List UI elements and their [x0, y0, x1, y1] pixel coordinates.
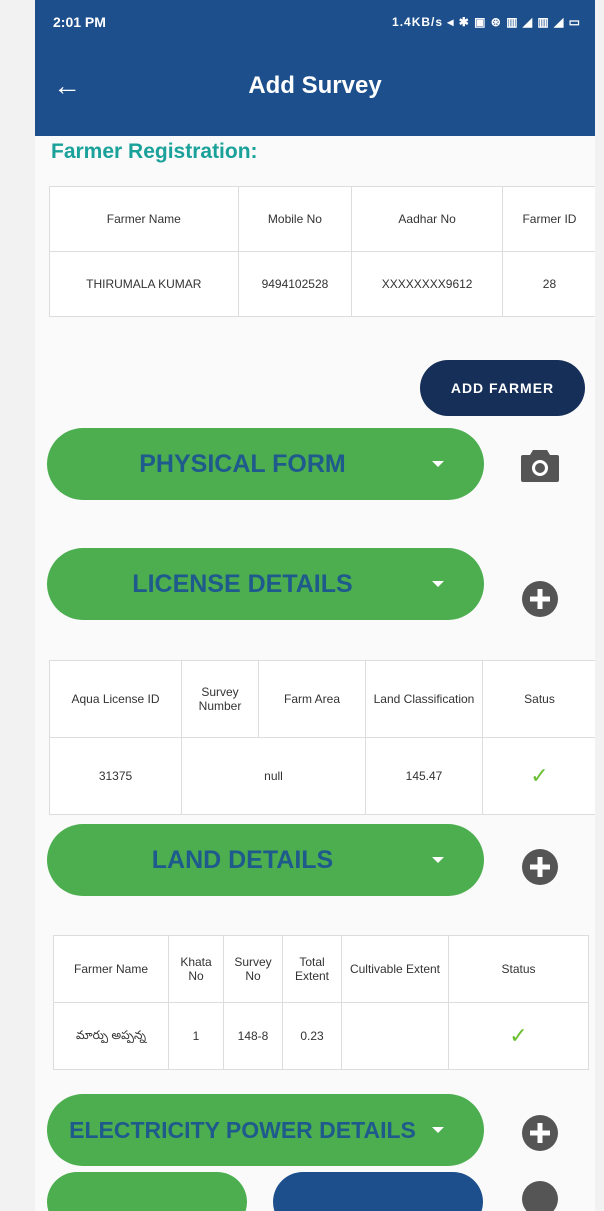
app-bar: ← Add Survey: [35, 44, 595, 136]
cell-khata-no: 1: [168, 1002, 224, 1070]
header-aqua-license-id: Aqua License ID: [49, 660, 182, 738]
plus-circle-icon[interactable]: [519, 846, 561, 888]
land-details-dropdown[interactable]: LAND DETAILS: [47, 824, 484, 896]
electricity-power-details-label: ELECTRICITY POWER DETAILS: [69, 1117, 416, 1143]
cell-farmer-id: 28: [501, 251, 595, 317]
cell-survey-farm-area: null: [181, 737, 366, 815]
plus-circle-icon[interactable]: [519, 578, 561, 620]
electricity-power-details-dropdown[interactable]: ELECTRICITY POWER DETAILS: [47, 1094, 484, 1166]
header-farmer-id: Farmer ID: [501, 186, 595, 252]
license-details-dropdown[interactable]: LICENSE DETAILS: [47, 548, 484, 620]
table-row: మార్పు అప్పన్న 1 148-8 0.23 ✓: [53, 1002, 589, 1070]
plus-circle-icon[interactable]: [519, 1112, 561, 1154]
physical-form-label: PHYSICAL FORM: [139, 449, 346, 478]
table-row: THIRUMALA KUMAR 9494102528 XXXXXXXX9612 …: [49, 251, 595, 317]
cell-status: ✓: [482, 737, 595, 815]
cell-survey-no: 148-8: [223, 1002, 283, 1070]
header-farmer-name: Farmer Name: [49, 186, 239, 252]
dropdown-caret-icon: [428, 1120, 448, 1140]
header-survey-no: Survey No: [223, 935, 283, 1003]
header-status: Satus: [482, 660, 595, 738]
bottom-green-button[interactable]: [47, 1172, 247, 1211]
checkmark-icon: ✓: [509, 1023, 528, 1048]
plus-circle-icon[interactable]: [519, 1178, 561, 1211]
cell-cultivable-extent: [341, 1002, 449, 1070]
checkmark-icon: ✓: [530, 763, 549, 788]
header-survey-number: Survey Number: [181, 660, 259, 738]
license-table: Aqua License ID Survey Number Farm Area …: [49, 660, 595, 815]
header-khata-no: Khata No: [168, 935, 224, 1003]
table-header-row: Aqua License ID Survey Number Farm Area …: [49, 660, 595, 738]
bottom-blue-button[interactable]: [273, 1172, 483, 1211]
header-total-extent: Total Extent: [282, 935, 342, 1003]
table-header-row: Farmer Name Mobile No Aadhar No Farmer I…: [49, 186, 595, 252]
page-title: Add Survey: [248, 72, 382, 99]
table-header-row: Farmer Name Khata No Survey No Total Ext…: [53, 935, 589, 1003]
cell-aadhar-no: XXXXXXXX9612: [351, 251, 503, 317]
land-table: Farmer Name Khata No Survey No Total Ext…: [53, 935, 589, 1070]
dropdown-caret-icon: [428, 574, 448, 594]
header-farm-area: Farm Area: [258, 660, 366, 738]
license-details-label: LICENSE DETAILS: [132, 569, 353, 598]
land-details-label: LAND DETAILS: [151, 845, 334, 874]
cell-aqua-license-id: 31375: [49, 737, 182, 815]
cell-status: ✓: [448, 1002, 589, 1070]
cell-land-classification: 145.47: [365, 737, 483, 815]
camera-icon[interactable]: [519, 444, 561, 486]
farmer-table: Farmer Name Mobile No Aadhar No Farmer I…: [49, 186, 595, 317]
farmer-registration-title: Farmer Registration:: [51, 140, 258, 163]
status-bar: 2:01 PM 1.4KB/s ◂ ✱ ▣ ⊛ ▥ ◢ ▥ ◢ ▭: [35, 0, 595, 44]
dropdown-caret-icon: [428, 850, 448, 870]
status-time: 2:01 PM: [53, 14, 106, 30]
header-aadhar-no: Aadhar No: [351, 186, 503, 252]
physical-form-dropdown[interactable]: PHYSICAL FORM: [47, 428, 484, 500]
cell-mobile-no: 9494102528: [237, 251, 353, 317]
cell-farmer-name: మార్పు అప్పన్న: [53, 1002, 169, 1070]
header-mobile-no: Mobile No: [237, 186, 353, 252]
screen: 2:01 PM 1.4KB/s ◂ ✱ ▣ ⊛ ▥ ◢ ▥ ◢ ▭ ← Add …: [35, 0, 595, 1211]
dropdown-caret-icon: [428, 454, 448, 474]
header-farmer-name: Farmer Name: [53, 935, 169, 1003]
add-farmer-button[interactable]: ADD FARMER: [420, 360, 585, 416]
header-status: Status: [448, 935, 589, 1003]
header-cultivable-extent: Cultivable Extent: [341, 935, 449, 1003]
status-indicators: 1.4KB/s ◂ ✱ ▣ ⊛ ▥ ◢ ▥ ◢ ▭: [392, 15, 581, 29]
header-land-classification: Land Classification: [365, 660, 483, 738]
table-row: 31375 null 145.47 ✓: [49, 737, 595, 815]
cell-total-extent: 0.23: [282, 1002, 342, 1070]
cell-farmer-name: THIRUMALA KUMAR: [49, 251, 239, 317]
